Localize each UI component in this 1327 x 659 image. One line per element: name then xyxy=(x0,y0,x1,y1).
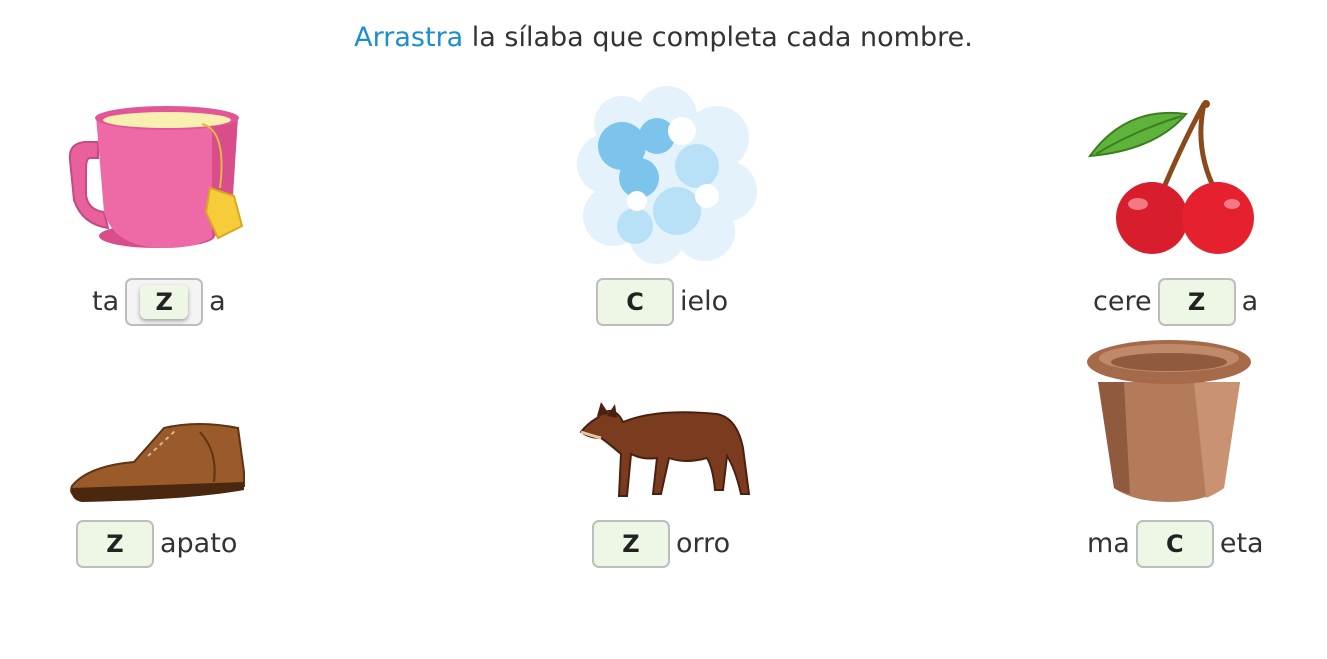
drop-slot[interactable]: Z xyxy=(592,520,670,568)
drop-slot[interactable]: Z xyxy=(1157,278,1236,326)
drop-slot[interactable]: Z xyxy=(76,520,154,568)
word-suffix: eta xyxy=(1219,528,1264,559)
syllable-label: Z xyxy=(155,288,173,316)
word-suffix: a xyxy=(209,286,226,317)
word-suffix: orro xyxy=(676,528,731,559)
syllable-label: C xyxy=(626,288,644,316)
instruction-highlight: Arrastra xyxy=(354,22,464,53)
syllable-label: Z xyxy=(106,530,124,558)
fox-icon xyxy=(577,398,753,504)
drop-slot[interactable]: C xyxy=(1135,520,1214,568)
instruction-text: Arrastra la sílaba que completa cada nom… xyxy=(0,22,1327,53)
word-prefix: ma xyxy=(1087,528,1130,559)
cherry-icon xyxy=(1086,100,1261,264)
flowerpot-icon xyxy=(1084,338,1254,508)
word-prefix: cere xyxy=(1093,286,1152,317)
sky-icon xyxy=(577,86,757,268)
syllable-label: Z xyxy=(1187,288,1206,316)
shoe-icon xyxy=(68,422,248,508)
word-prefix: ta xyxy=(92,286,120,317)
drop-slot[interactable]: Z xyxy=(125,278,204,326)
syllable-chip[interactable]: Z xyxy=(140,285,189,319)
drop-slot[interactable]: C xyxy=(596,278,674,326)
syllable-label: C xyxy=(1166,530,1184,558)
cup-icon xyxy=(62,100,252,264)
instruction-rest: la sílaba que completa cada nombre. xyxy=(463,22,973,53)
word-suffix: a xyxy=(1241,286,1259,317)
word-suffix: ielo xyxy=(680,286,729,317)
syllable-label: Z xyxy=(622,530,640,558)
word-suffix: apato xyxy=(160,528,238,559)
